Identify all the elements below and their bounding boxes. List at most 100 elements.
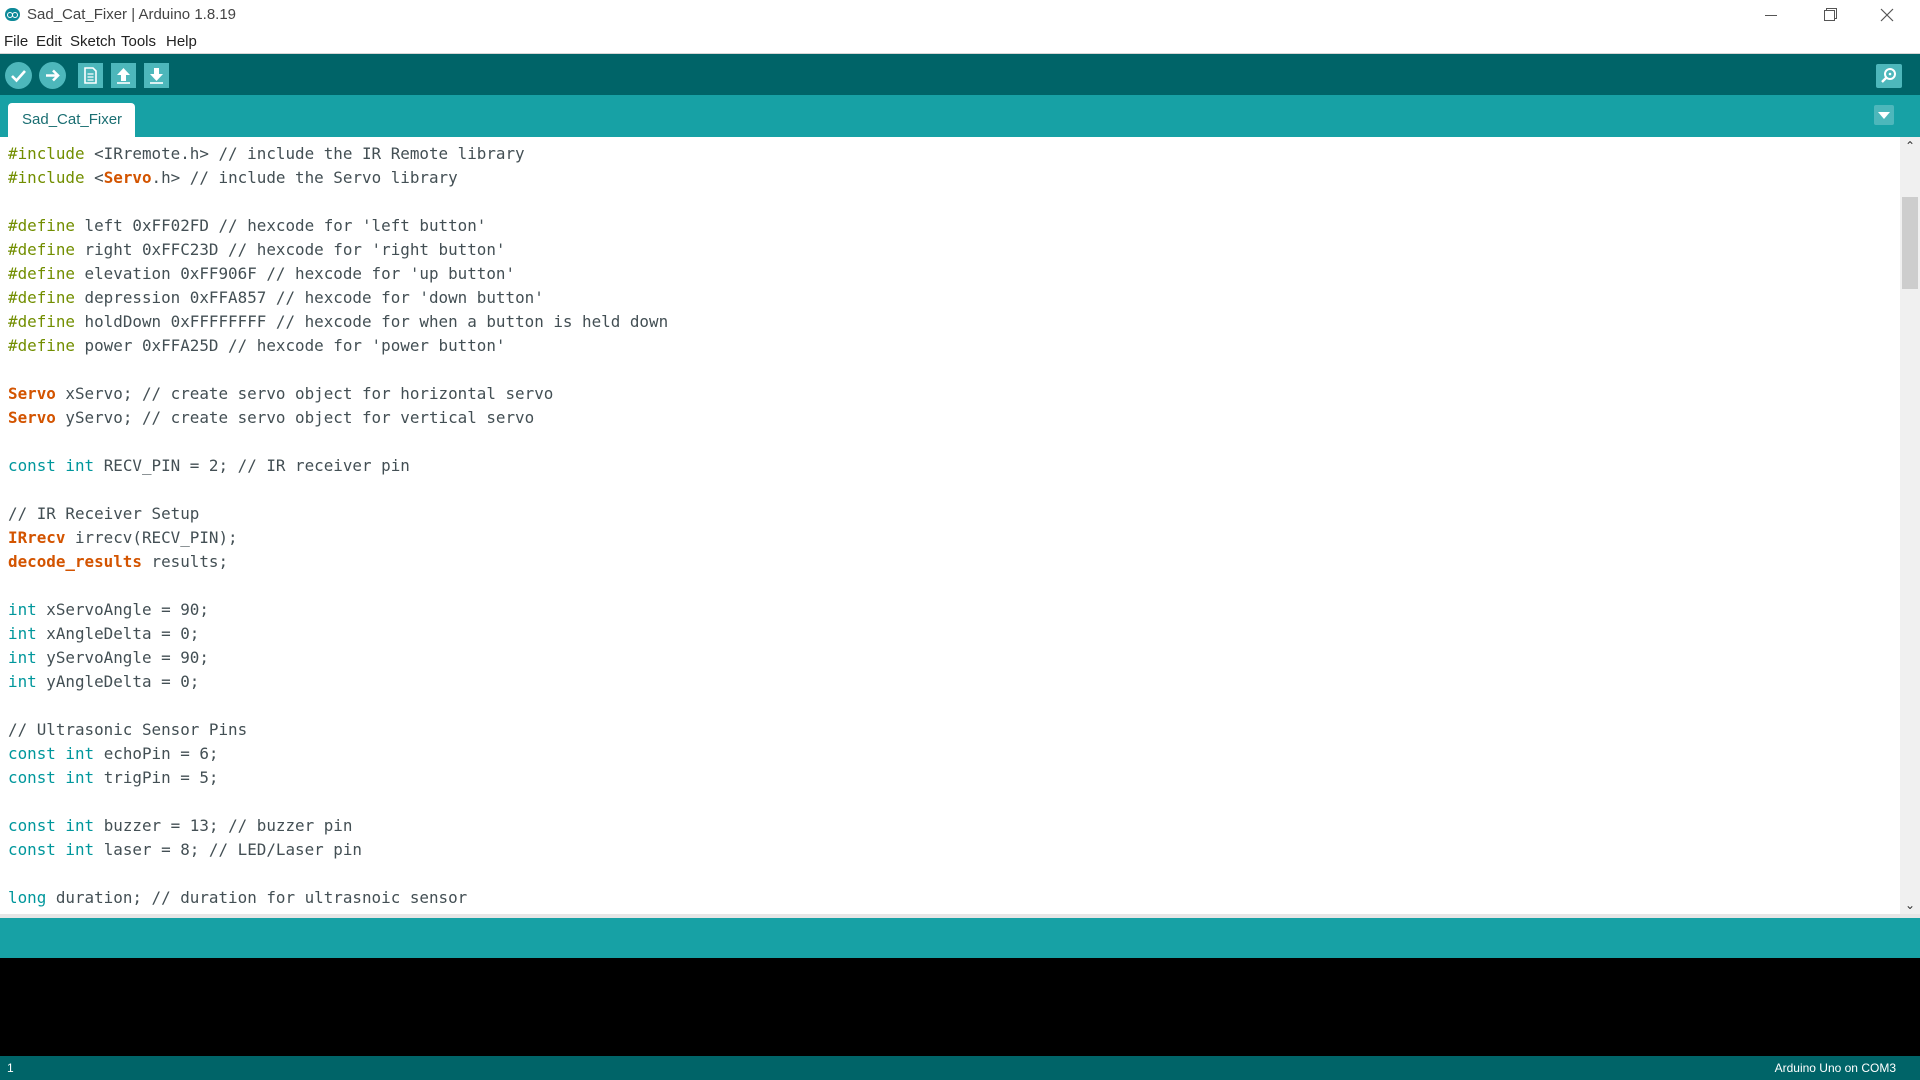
code-token: // Ultrasonic Sensor Pins bbox=[8, 720, 248, 739]
code-line: int xServoAngle = 90; bbox=[8, 598, 1898, 622]
code-token: int bbox=[65, 840, 95, 859]
verify-button[interactable] bbox=[5, 62, 32, 89]
editor-scrollbar[interactable]: ⌃ ⌄ bbox=[1900, 137, 1920, 914]
serial-monitor-button[interactable] bbox=[1876, 64, 1902, 88]
code-line: const int trigPin = 5; bbox=[8, 766, 1898, 790]
maximize-button[interactable] bbox=[1800, 0, 1858, 30]
code-line: #define depression 0xFFA857 // hexcode f… bbox=[8, 286, 1898, 310]
line-number: 1 bbox=[7, 1061, 14, 1075]
code-token: RECV_PIN = 2; // IR receiver pin bbox=[94, 456, 410, 475]
open-button[interactable] bbox=[111, 63, 136, 88]
code-token: #define bbox=[8, 216, 75, 235]
code-token: elevation 0xFF906F // hexcode for 'up bu… bbox=[74, 264, 516, 283]
tab-bar: Sad_Cat_Fixer bbox=[0, 95, 1920, 137]
new-sketch-button[interactable] bbox=[78, 63, 103, 88]
code-token: trigPin = 5; bbox=[94, 768, 219, 787]
code-token: .h> // include the Servo library bbox=[151, 168, 458, 187]
minimize-button[interactable] bbox=[1742, 0, 1800, 30]
code-token: Servo bbox=[8, 408, 56, 427]
code-line: #define holdDown 0xFFFFFFFF // hexcode f… bbox=[8, 310, 1898, 334]
menu-edit[interactable]: Edit bbox=[36, 33, 62, 50]
code-token: duration; // duration for ultrasnoic sen… bbox=[46, 888, 468, 907]
code-line: const int buzzer = 13; // buzzer pin bbox=[8, 814, 1898, 838]
code-line: int yServoAngle = 90; bbox=[8, 646, 1898, 670]
code-token: #define bbox=[8, 240, 75, 259]
save-button[interactable] bbox=[144, 63, 169, 88]
title-bar: Sad_Cat_Fixer | Arduino 1.8.19 bbox=[0, 0, 1920, 30]
code-line: #include <IRremote.h> // include the IR … bbox=[8, 142, 1898, 166]
code-token: #include bbox=[8, 144, 85, 163]
code-token: holdDown 0xFFFFFFFF // hexcode for when … bbox=[74, 312, 669, 331]
code-token: echoPin = 6; bbox=[94, 744, 219, 763]
close-icon bbox=[1880, 8, 1894, 22]
code-line: Servo xServo; // create servo object for… bbox=[8, 382, 1898, 406]
code-line: int yAngleDelta = 0; bbox=[8, 670, 1898, 694]
arrow-up-icon bbox=[117, 68, 130, 84]
board-port-info: Arduino Uno on COM3 bbox=[1774, 1061, 1896, 1075]
code-token: int bbox=[65, 816, 95, 835]
code-token: < bbox=[84, 168, 104, 187]
arduino-logo-icon bbox=[5, 8, 20, 21]
tab-sad-cat-fixer[interactable]: Sad_Cat_Fixer bbox=[8, 103, 135, 137]
menu-sketch[interactable]: Sketch bbox=[70, 33, 116, 50]
code-token: right 0xFFC23D // hexcode for 'right but… bbox=[74, 240, 506, 259]
code-line: #define elevation 0xFF906F // hexcode fo… bbox=[8, 262, 1898, 286]
code-token: Servo bbox=[8, 384, 56, 403]
code-token: int bbox=[65, 744, 95, 763]
code-token: Servo bbox=[103, 168, 152, 187]
menu-bar: File Edit Sketch Tools Help bbox=[0, 30, 1920, 54]
menu-file[interactable]: File bbox=[4, 33, 28, 50]
code-line: #define power 0xFFA25D // hexcode for 'p… bbox=[8, 334, 1898, 358]
code-token: #define bbox=[8, 288, 75, 307]
code-token: #define bbox=[8, 312, 75, 331]
close-button[interactable] bbox=[1858, 0, 1916, 30]
code-token: int bbox=[8, 648, 37, 667]
code-token: xAngleDelta = 0; bbox=[36, 624, 200, 643]
tab-label: Sad_Cat_Fixer bbox=[22, 111, 123, 128]
code-line: // Ultrasonic Sensor Pins bbox=[8, 718, 1898, 742]
tab-menu-button[interactable] bbox=[1874, 105, 1894, 125]
menu-tools[interactable]: Tools bbox=[121, 33, 156, 50]
code-line: const int laser = 8; // LED/Laser pin bbox=[8, 838, 1898, 862]
scroll-up-icon[interactable]: ⌃ bbox=[1900, 137, 1920, 155]
code-token: xServo; // create servo object for horiz… bbox=[55, 384, 554, 403]
code-token: long bbox=[8, 888, 47, 907]
code-line: long duration; // duration for ultrasnoi… bbox=[8, 886, 1898, 910]
code-line: #define right 0xFFC23D // hexcode for 'r… bbox=[8, 238, 1898, 262]
check-icon bbox=[11, 70, 26, 83]
code-token: int bbox=[65, 768, 95, 787]
code-token: int bbox=[8, 600, 37, 619]
upload-button[interactable] bbox=[39, 62, 66, 89]
code-token: const bbox=[8, 744, 56, 763]
minimize-icon bbox=[1765, 14, 1777, 16]
code-line: Servo yServo; // create servo object for… bbox=[8, 406, 1898, 430]
console-output[interactable] bbox=[0, 958, 1920, 1056]
code-token: <IRremote.h> // include the IR Remote li… bbox=[84, 144, 525, 163]
restore-icon bbox=[1823, 9, 1835, 21]
code-line: // IR Receiver Setup bbox=[8, 502, 1898, 526]
code-line: #define left 0xFF02FD // hexcode for 'le… bbox=[8, 214, 1898, 238]
code-token: yServoAngle = 90; bbox=[36, 648, 209, 667]
code-token: int bbox=[8, 672, 37, 691]
code-token: int bbox=[65, 456, 95, 475]
code-token: irrecv(RECV_PIN); bbox=[65, 528, 238, 547]
scroll-down-icon[interactable]: ⌄ bbox=[1900, 896, 1920, 914]
code-line: #include <Servo.h> // include the Servo … bbox=[8, 166, 1898, 190]
menu-help[interactable]: Help bbox=[166, 33, 197, 50]
new-file-icon bbox=[84, 67, 97, 84]
arrow-down-icon bbox=[150, 68, 163, 84]
code-line: const int RECV_PIN = 2; // IR receiver p… bbox=[8, 454, 1898, 478]
code-token: yAngleDelta = 0; bbox=[36, 672, 200, 691]
code-editor[interactable]: #include <IRremote.h> // include the IR … bbox=[0, 137, 1920, 914]
code-token: #define bbox=[8, 264, 75, 283]
scrollbar-thumb[interactable] bbox=[1902, 197, 1918, 289]
